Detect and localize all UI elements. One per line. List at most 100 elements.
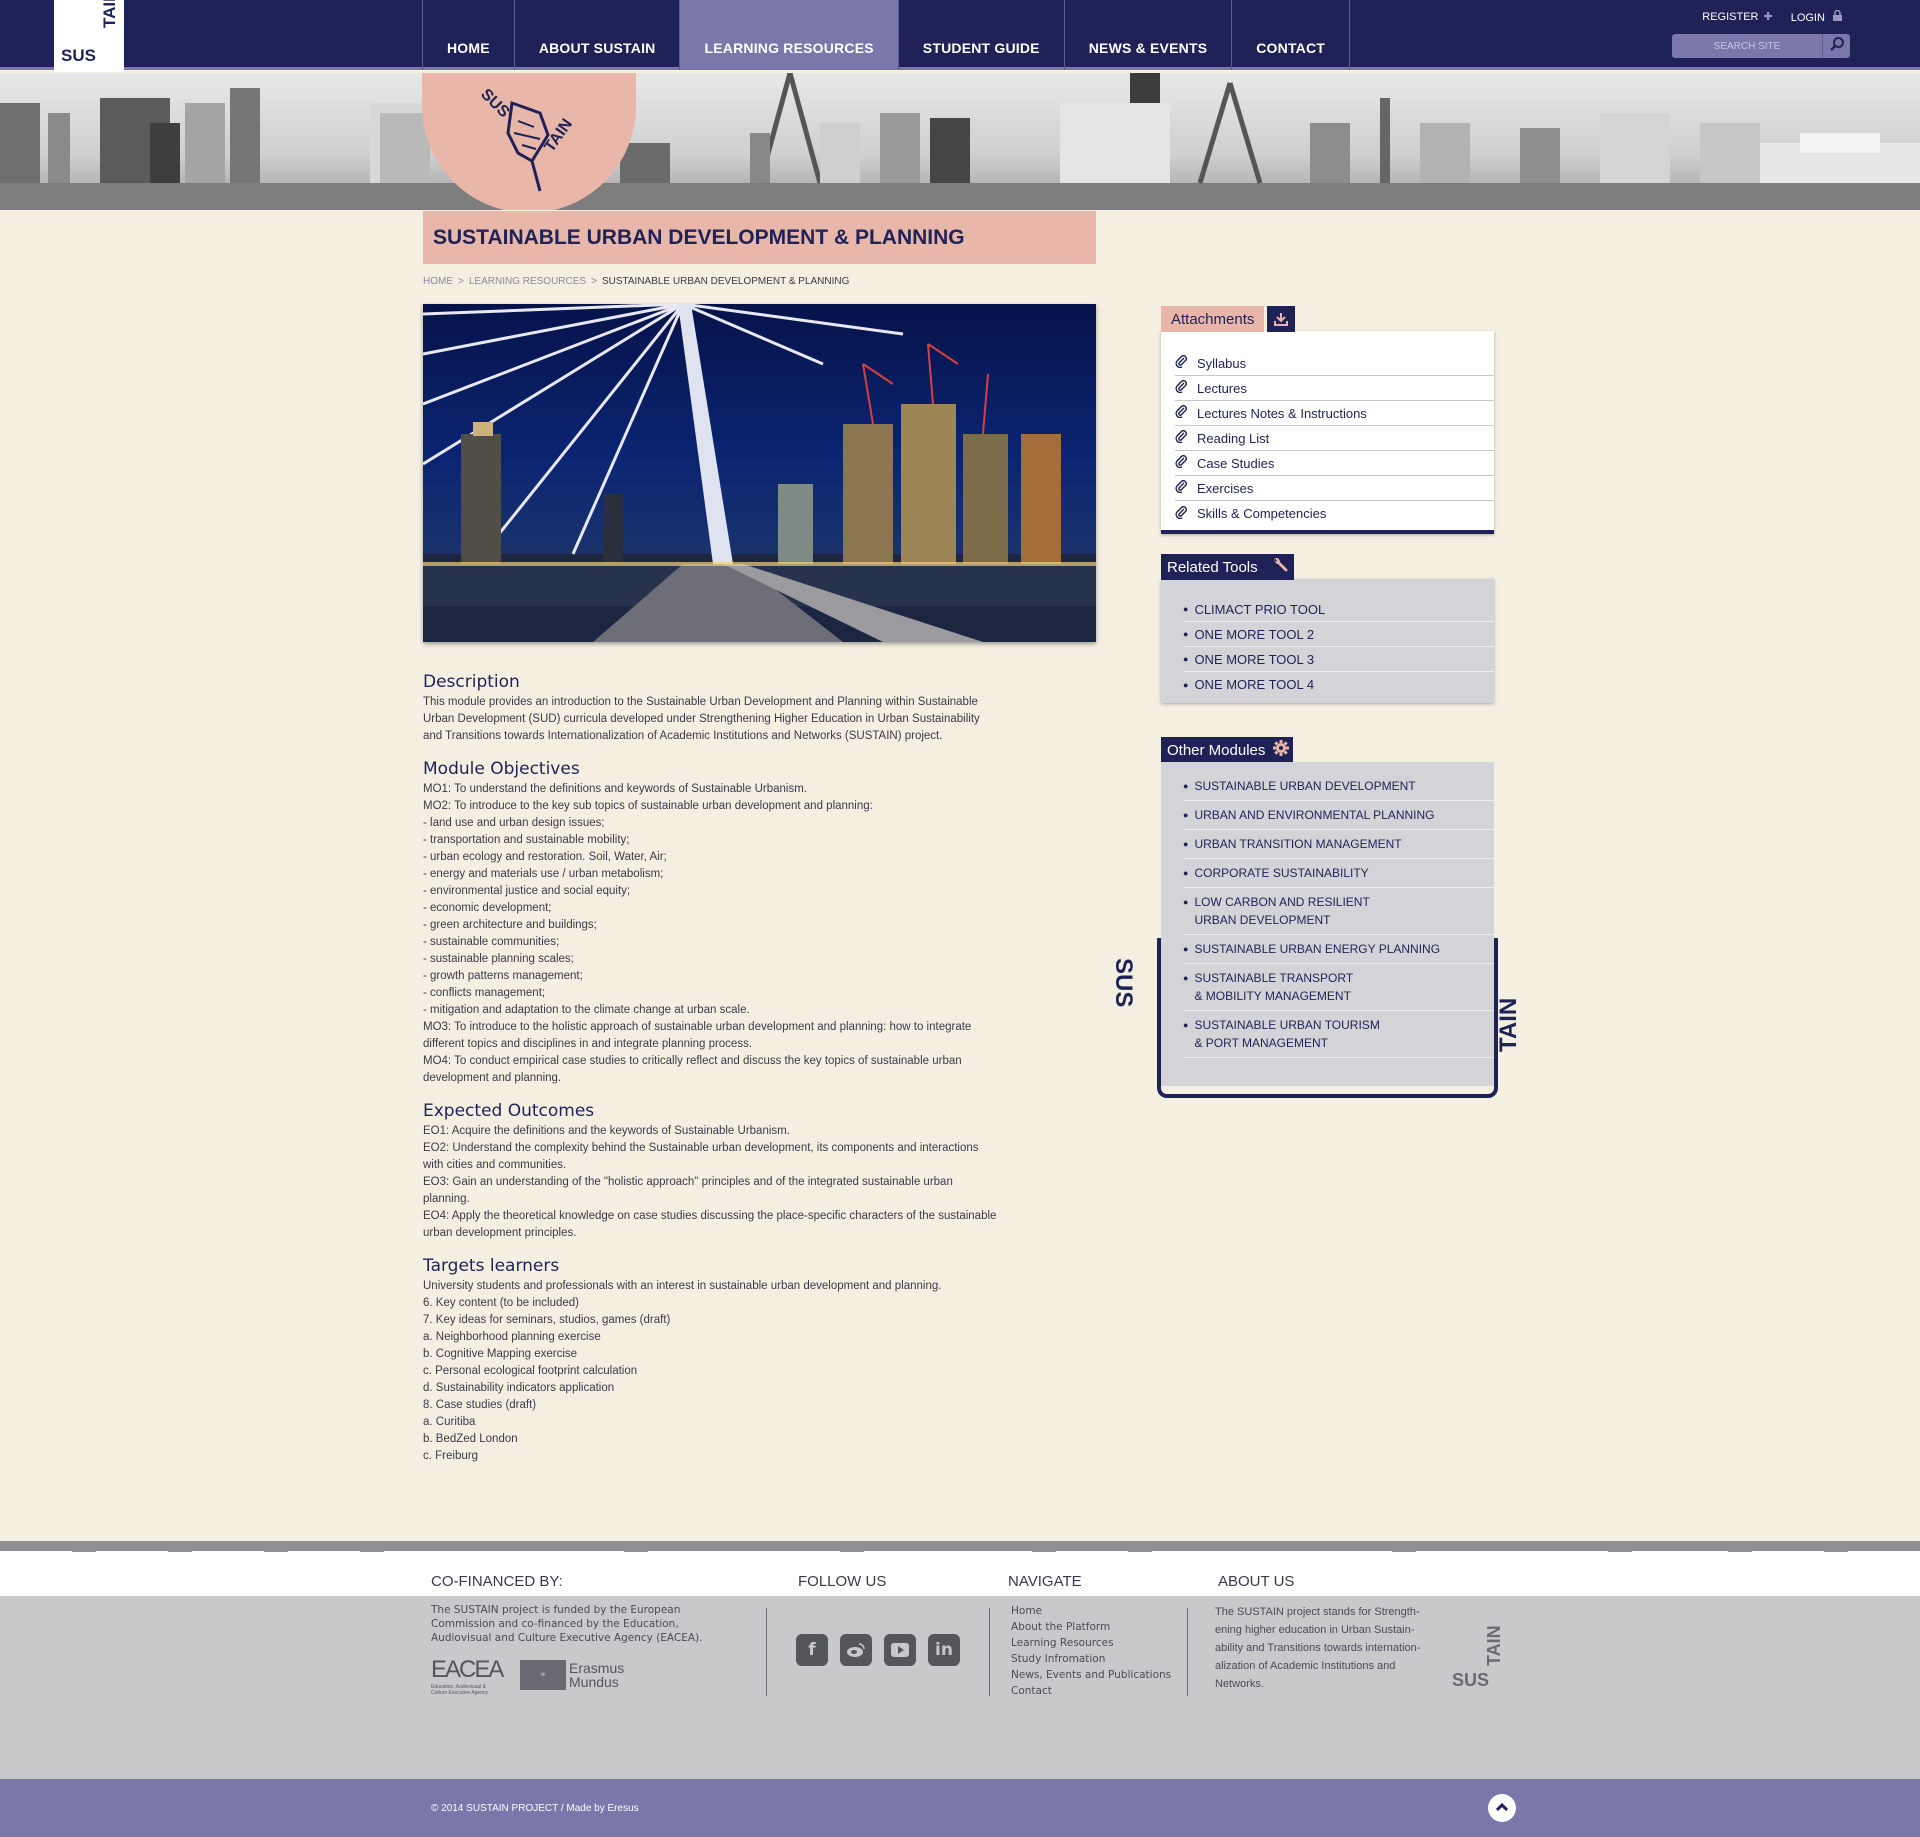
breadcrumb-learning-resources[interactable]: LEARNING RESOURCES [469,276,586,287]
frame-text-sus: SUS [1110,958,1137,1008]
nav-home[interactable]: HOME [422,0,514,70]
login-label: LOGIN [1790,12,1825,24]
nav-student-guide[interactable]: STUDENT GUIDE [897,0,1064,70]
bullet-icon: ● [1183,810,1189,820]
learner-line: b. Cognitive Mapping exercise [423,1348,578,1360]
eacea-logo[interactable]: EACEA Education, Audiovisual & Culture E… [431,1656,504,1696]
bullet-icon: ● [1183,629,1189,639]
nav-learning-resources[interactable]: LEARNING RESOURCES [679,0,898,70]
eu-flag-icon: ✶ [520,1660,566,1690]
module-link[interactable]: ● URBAN TRANSITION MANAGEMENT [1183,830,1494,859]
bullet-icon: ● [1183,679,1189,690]
attachment-link[interactable]: Skills & Competencies [1175,501,1494,526]
back-to-top-button[interactable] [1488,1794,1516,1822]
paperclip-icon [1175,505,1189,522]
footer-logo-tain: TAIN [1484,1625,1504,1666]
page-title-bar: SUSTAINABLE URBAN DEVELOPMENT & PLANNING [423,211,1096,264]
attachment-label: Case Studies [1197,455,1275,471]
about-text: The SUSTAIN project stands for Strength-… [1215,1603,1420,1693]
module-link[interactable]: ● SUSTAINABLE TRANSPORT & MOBILITY MANAGEM… [1183,964,1494,1011]
attachment-link[interactable]: Exercises [1175,476,1494,501]
learner-line: 8. Case studies (draft) [423,1399,537,1411]
paperclip-icon [1175,380,1189,396]
skyline-image [0,73,1920,210]
learners-heading: Targets learners [423,1256,560,1276]
objective-line: MO4: To conduct empirical case studies t… [423,1055,962,1084]
related-tools-section: Related Tools ● CLIMACT PRIO TOOL ● ONE MO… [1161,554,1496,703]
copyright-bar: © 2014 SUSTAIN PROJECT / Made by Eresus [0,1779,1920,1837]
tool-link[interactable]: ● ONE MORE TOOL 3 [1183,647,1494,672]
weibo-icon[interactable] [840,1634,872,1666]
attachment-link[interactable]: Reading List [1175,426,1494,451]
learner-line: c. Personal ecological footprint calcula… [423,1365,638,1377]
bullet-icon: ● [1183,897,1189,907]
login-link[interactable]: LOGIN [1790,9,1842,24]
objective-line: - land use and urban design issues; [423,817,605,829]
sustain-logo[interactable]: TAIN SUS [54,0,124,72]
footer-link-learning-resources[interactable]: Learning Resources [1011,1635,1171,1651]
footer-logo-sus: SUS [1452,1670,1490,1690]
about-line: alization of Academic Institutions and [1215,1660,1396,1672]
outcome-line: EO2: Understand the complexity behind th… [423,1142,979,1171]
module-label: SUSTAINABLE URBAN TOURISM [1194,1018,1380,1032]
erasmus-mundus-logo[interactable]: ✶ Erasmus Mundus [520,1660,624,1690]
attachment-link[interactable]: Lectures [1175,376,1494,401]
badge-text-sus: SUS [477,86,513,122]
related-tools-title: Related Tools [1167,558,1258,576]
learner-line: University students and professionals wi… [423,1280,942,1292]
register-link[interactable]: REGISTER ✚ [1702,10,1772,24]
objective-line: - mitigation and adaptation to the clima… [423,1004,750,1016]
nav-about-sustain[interactable]: ABOUT SUSTAIN [513,0,680,70]
facebook-icon[interactable]: f [796,1634,828,1666]
attachment-link[interactable]: Case Studies [1175,451,1494,476]
module-label: SUSTAINABLE TRANSPORT [1194,971,1354,985]
objective-line: - green architecture and buildings; [423,919,597,931]
footer-link-about-platform[interactable]: About the Platform [1011,1619,1171,1635]
footer-link-news[interactable]: News, Events and Publications [1011,1667,1171,1683]
footer-link-study-information[interactable]: Study Infromation [1011,1651,1171,1667]
module-link[interactable]: ● SUSTAINABLE URBAN ENERGY PLANNING [1183,935,1494,964]
tool-label: CLIMACT PRIO TOOL [1194,601,1326,617]
footer-link-home[interactable]: Home [1011,1603,1171,1619]
tool-label: ONE MORE TOOL 4 [1194,677,1315,692]
chevron-up-icon [1495,1799,1509,1817]
footer-link-contact[interactable]: Contact [1011,1683,1171,1699]
module-label: SUSTAINABLE URBAN ENERGY PLANNING [1194,942,1441,956]
nav-news-events[interactable]: NEWS & EVENTS [1063,0,1232,70]
module-link[interactable]: ● LOW CARBON AND RESILIENT URBAN DEVELOPME… [1183,888,1494,935]
bullet-icon: ● [1183,654,1189,664]
eacea-logo-text: EACEA [431,1656,504,1683]
erasmus-logo-line1: Erasmus [569,1660,625,1676]
linkedin-icon[interactable]: in [928,1634,960,1666]
search-icon [1829,36,1845,56]
module-link[interactable]: ● SUSTAINABLE URBAN TOURISM & PORT MANAGEM… [1183,1011,1494,1058]
breadcrumb-home[interactable]: HOME [423,276,453,287]
module-link[interactable]: ● CORPORATE SUSTAINABILITY [1183,859,1494,888]
paperclip-icon [1175,480,1189,496]
frame-text-tain: TAIN [1495,997,1522,1052]
learner-line: 6. Key content (to be included) [423,1297,579,1309]
attachment-label: Lectures [1197,380,1247,396]
module-link[interactable]: ● URBAN AND ENVIRONMENTAL PLANNING [1183,801,1494,830]
attachment-link[interactable]: Lectures Notes & Instructions [1175,401,1494,426]
related-tools-tab: Related Tools [1161,554,1294,580]
tool-link[interactable]: ● CLIMACT PRIO TOOL [1183,597,1494,622]
learner-line: a. Neighborhood planning exercise [423,1331,601,1343]
attachment-link[interactable]: Syllabus [1175,351,1494,376]
objectives-heading: Module Objectives [423,759,580,779]
module-label-line2: & PORT MANAGEMENT [1194,1036,1329,1050]
objective-line: MO2: To introduce to the key sub topics … [423,800,873,812]
other-modules-panel: ● SUSTAINABLE URBAN DEVELOPMENT ● URBAN AN… [1110,762,1522,1098]
attachments-panel: Syllabus Lectures Lectures Notes & Instr… [1161,331,1494,534]
objective-line: - sustainable communities; [423,936,560,948]
related-tools-panel: ● CLIMACT PRIO TOOL ● ONE MORE TOOL 2 ● ONE… [1161,579,1494,703]
tool-link[interactable]: ● ONE MORE TOOL 2 [1183,622,1494,647]
outcomes-list: EO1: Acquire the definitions and the key… [423,1123,998,1242]
search-button[interactable] [1822,34,1850,58]
nav-contact[interactable]: CONTACT [1231,0,1351,70]
follow-heading: FOLLOW US [798,1573,887,1590]
module-link[interactable]: ● SUSTAINABLE URBAN DEVELOPMENT [1183,772,1494,801]
search-input[interactable] [1672,34,1822,58]
youtube-icon[interactable] [884,1634,916,1666]
tool-link[interactable]: ● ONE MORE TOOL 4 [1183,672,1494,697]
